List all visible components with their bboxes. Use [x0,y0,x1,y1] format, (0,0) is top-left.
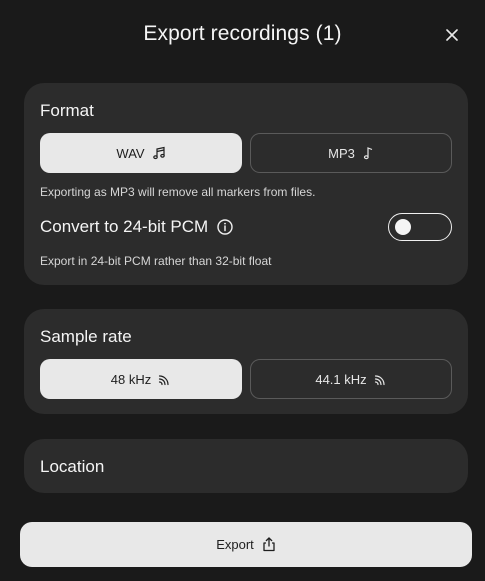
sample-rate-option-48[interactable]: 48 kHz [40,359,242,399]
close-icon [446,29,458,41]
format-option-label: WAV [116,145,145,161]
dialog-title: Export recordings (1) [143,22,342,45]
sample-rate-card: Sample rate 48 kHz 44.1 kHz [24,309,468,414]
info-icon[interactable] [216,218,234,236]
export-button[interactable]: Export [20,522,472,567]
format-title: Format [40,101,94,120]
format-card: Format WAV MP3 Exporting as MP3 will rem… [24,83,468,285]
music-note-icon [363,147,373,160]
close-button[interactable] [441,24,463,46]
share-icon [263,537,275,552]
music-notes-icon [152,146,165,160]
export-label: Export [216,537,254,552]
pcm-toggle[interactable] [388,213,452,241]
format-option-label: MP3 [328,145,355,161]
format-option-mp3[interactable]: MP3 [250,133,452,173]
sample-rate-title: Sample rate [40,327,132,346]
format-option-wav[interactable]: WAV [40,133,242,173]
pcm-row: Convert to 24-bit PCM [40,217,234,237]
signal-icon [374,374,385,385]
location-title: Location [40,457,105,476]
sample-rate-option-label: 48 kHz [110,371,152,387]
sample-rate-option-label: 44.1 kHz [315,371,367,387]
signal-icon [159,374,169,385]
pcm-label: Convert to 24-bit PCM [40,217,209,236]
toggle-knob [395,219,411,235]
mp3-warning-text: Exporting as MP3 will remove all markers… [40,185,316,199]
dialog-header: Export recordings (1) [0,0,485,70]
location-card[interactable]: Location [24,439,468,493]
pcm-description: Export in 24-bit PCM rather than 32-bit … [40,254,272,268]
sample-rate-option-44[interactable]: 44.1 kHz [250,359,452,399]
